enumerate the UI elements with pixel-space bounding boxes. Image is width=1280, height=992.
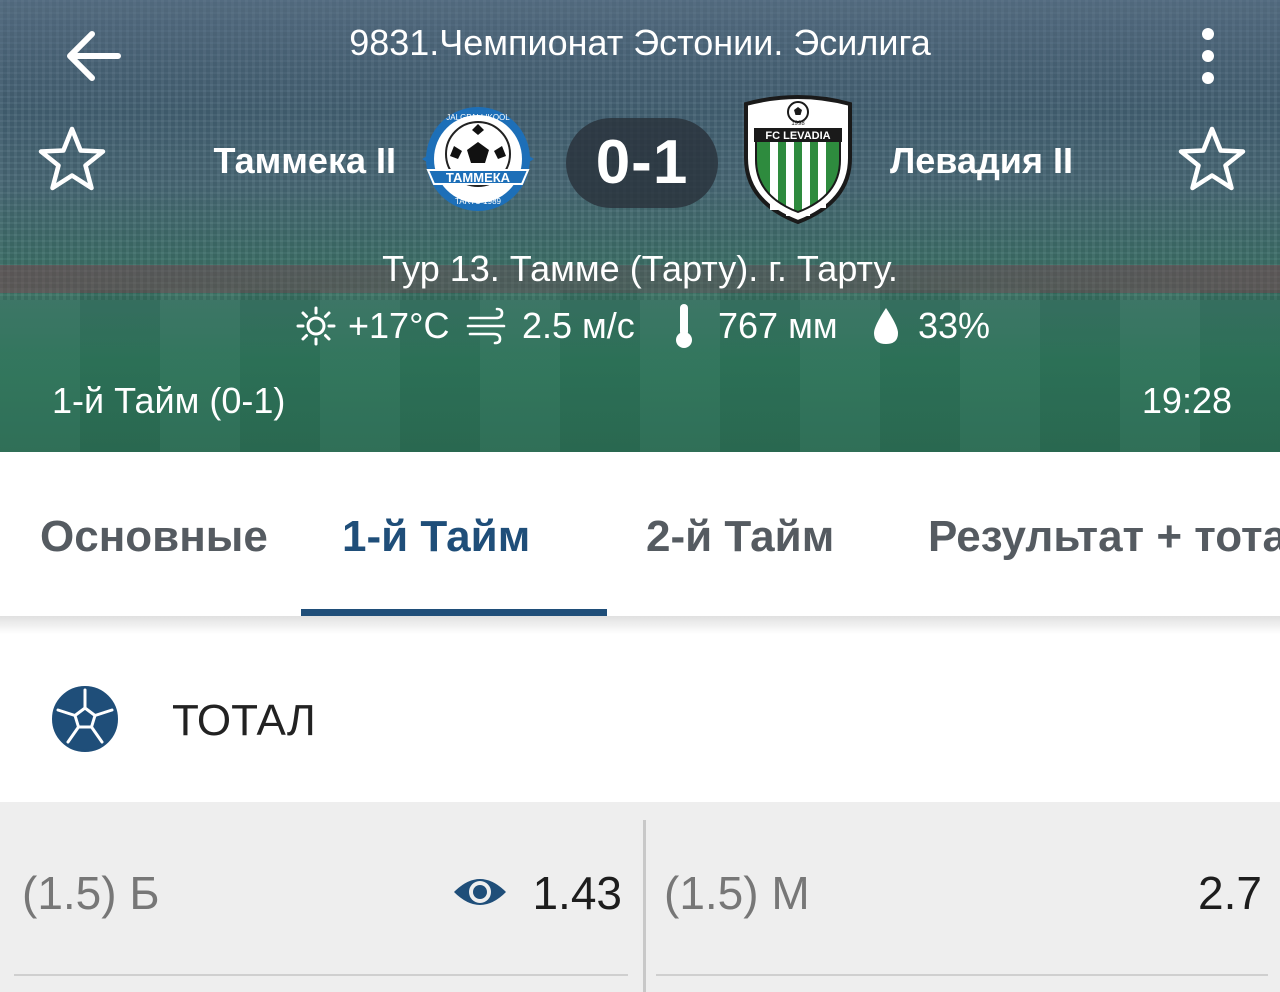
star-icon bbox=[38, 126, 106, 191]
temperature: +17°C bbox=[348, 305, 450, 346]
home-team-name: Таммека II bbox=[213, 140, 396, 181]
tab-main[interactable]: Основные bbox=[40, 512, 268, 562]
market-header-total[interactable]: ТОТАЛ bbox=[0, 634, 1280, 802]
match-period: 1-й Тайм (0-1) bbox=[52, 380, 286, 421]
favorite-home-button[interactable] bbox=[36, 124, 108, 196]
home-logo-bottom-text: TARTU 1989 bbox=[455, 197, 501, 206]
score-badge: 0-1 bbox=[566, 118, 718, 208]
humidity: 33% bbox=[918, 305, 991, 346]
wind-icon bbox=[466, 307, 506, 345]
tab-first-half[interactable]: 1-й Тайм bbox=[342, 512, 530, 562]
more-options-button[interactable] bbox=[1188, 24, 1228, 88]
back-arrow-icon bbox=[67, 31, 121, 81]
odds-row-divider bbox=[656, 974, 1268, 976]
market-tabs: Основные 1-й Тайм 2-й Тайм Результат + т… bbox=[0, 452, 1280, 616]
home-logo-band-text: ТАММЕКА bbox=[446, 170, 511, 185]
match-header: 9831.Чемпионат Эстонии. Эсилига Таммека … bbox=[0, 0, 1280, 452]
pressure: 767 мм bbox=[718, 305, 838, 346]
odd-over-button[interactable]: (1.5) Б 1.43 bbox=[0, 802, 640, 978]
odds-row: (1.5) Б 1.43 (1.5) М 2.7 bbox=[0, 802, 1280, 992]
odd-under-button[interactable]: (1.5) М 2.7 bbox=[648, 802, 1280, 978]
tournament-title: 9831.Чемпионат Эстонии. Эсилига bbox=[349, 22, 931, 63]
tab-second-half[interactable]: 2-й Тайм bbox=[646, 512, 834, 562]
odds-divider bbox=[643, 820, 646, 992]
soccer-ball-icon bbox=[52, 686, 118, 752]
away-logo-band-text: FC LEVADIA bbox=[765, 130, 830, 142]
back-button[interactable] bbox=[60, 24, 124, 88]
active-tab-indicator bbox=[301, 609, 607, 616]
star-icon bbox=[1178, 126, 1246, 191]
odds-row-divider bbox=[14, 974, 628, 976]
odd-label: (1.5) Б bbox=[22, 867, 160, 919]
match-time: 19:28 bbox=[1141, 380, 1232, 421]
market-title: ТОТАЛ bbox=[172, 696, 316, 745]
tabs-shadow bbox=[0, 616, 1280, 634]
odd-value: 1.43 bbox=[532, 867, 622, 919]
weather-info: +17°C 2.5 м/с 767 мм 33% bbox=[0, 300, 1280, 352]
eye-icon bbox=[454, 879, 506, 905]
odd-value: 2.7 bbox=[1198, 867, 1262, 919]
away-logo-year: 1998 bbox=[791, 121, 805, 127]
favorite-away-button[interactable] bbox=[1176, 124, 1248, 196]
drop-icon bbox=[874, 308, 898, 344]
home-logo-top-text: JALGPALLIKOOL bbox=[446, 113, 510, 122]
more-vert-icon bbox=[1202, 28, 1214, 84]
tab-result-total[interactable]: Результат + тотал bbox=[928, 512, 1280, 562]
score: 0-1 bbox=[595, 128, 689, 197]
home-team-logo: ТАММЕКА JALGPALLIKOOL TARTU 1989 bbox=[418, 104, 538, 214]
sun-icon bbox=[296, 306, 336, 346]
away-team-logo: FC LEVADIA 1998 bbox=[740, 94, 856, 226]
wind-speed: 2.5 м/с bbox=[522, 305, 635, 346]
match-venue: Тур 13. Тамме (Тарту). г. Тарту. bbox=[382, 248, 898, 289]
thermometer-icon bbox=[676, 304, 692, 348]
odd-label: (1.5) М bbox=[664, 867, 810, 919]
away-team-name: Левадия II bbox=[890, 140, 1073, 181]
